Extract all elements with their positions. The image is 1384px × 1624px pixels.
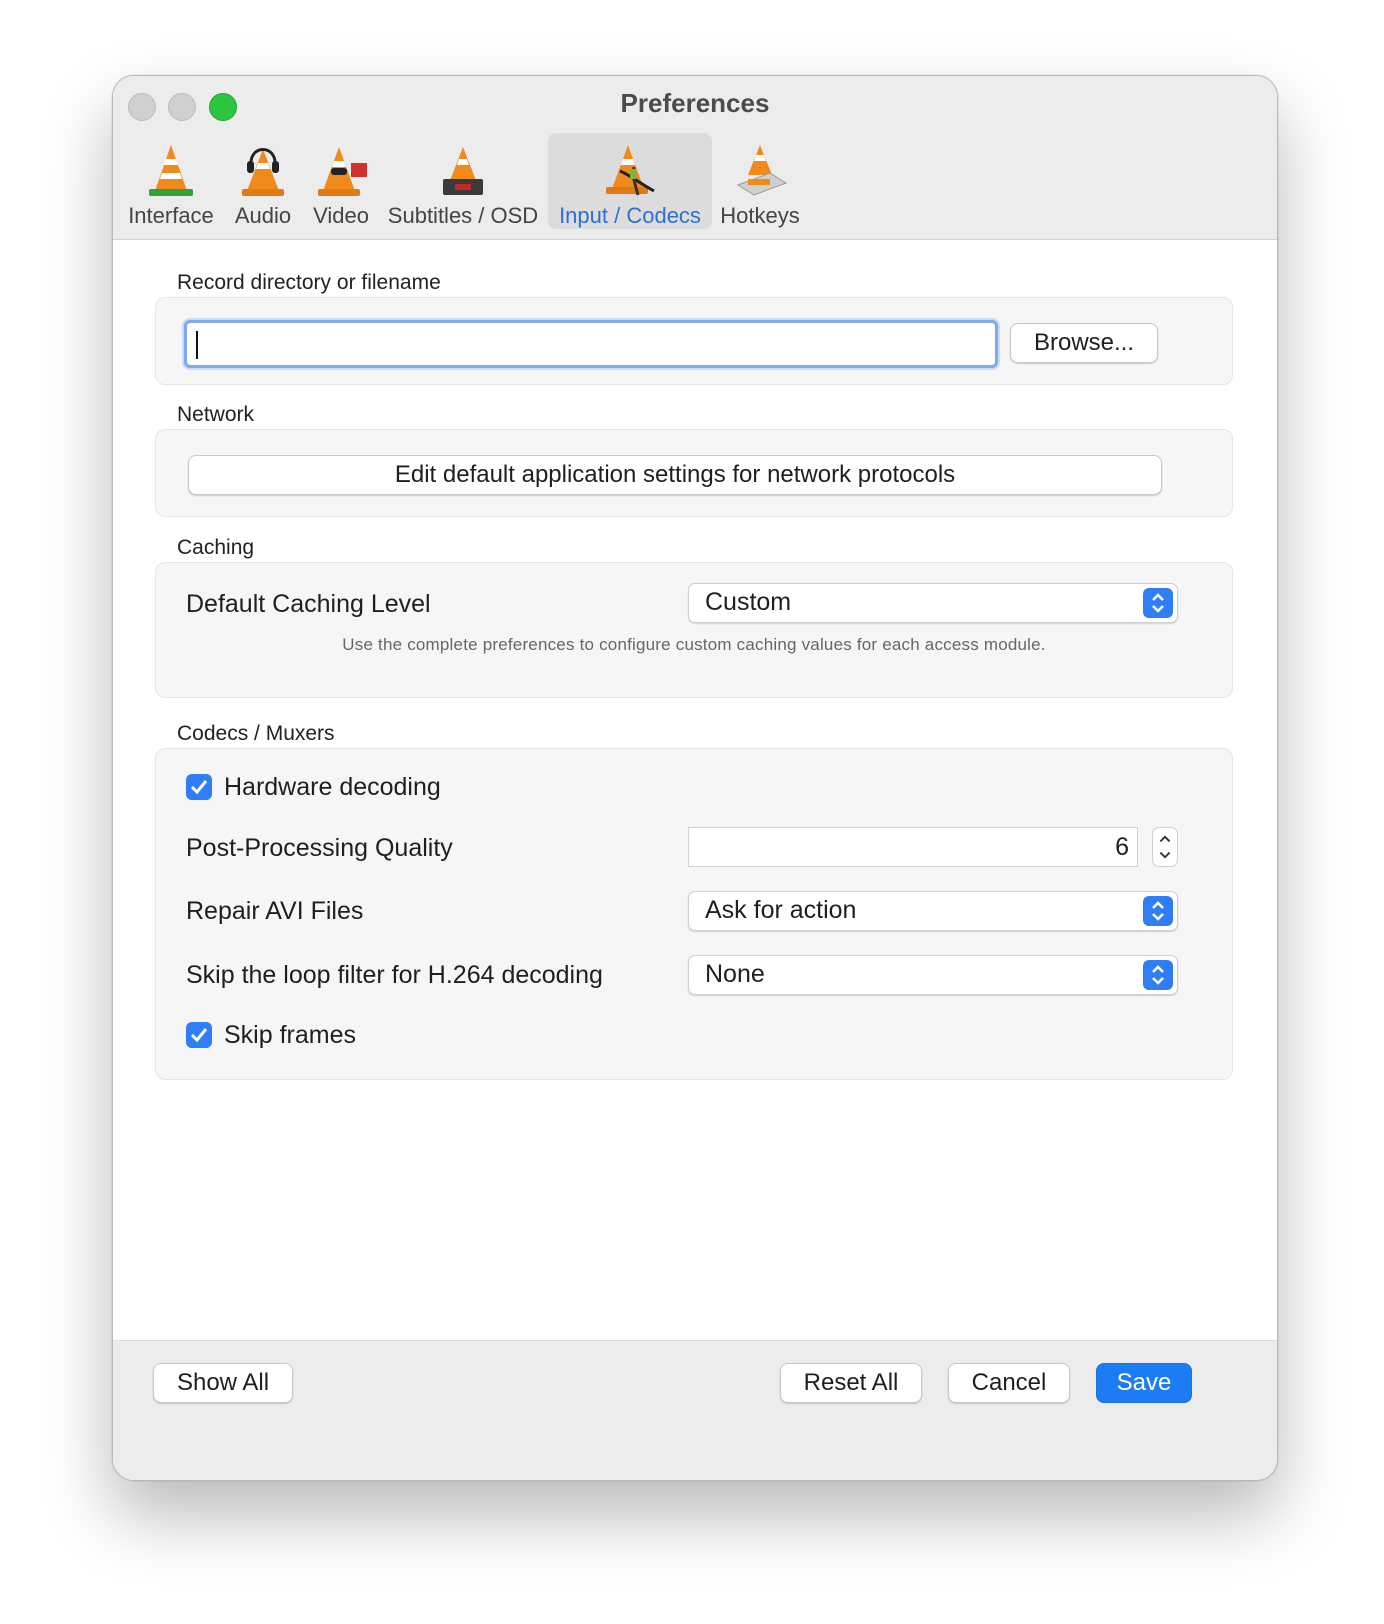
post-processing-label: Post-Processing Quality xyxy=(186,834,453,862)
show-all-button[interactable]: Show All xyxy=(153,1363,293,1403)
vlc-cone-hotkeys-icon xyxy=(736,145,788,196)
tab-label: Interface xyxy=(128,203,214,228)
select-value: None xyxy=(705,960,765,988)
text-caret xyxy=(196,331,198,359)
caching-level-select[interactable]: Custom xyxy=(688,583,1178,623)
record-section-label: Record directory or filename xyxy=(177,271,441,294)
vlc-cone-interface-icon xyxy=(149,145,193,196)
tab-label: Hotkeys xyxy=(720,203,800,228)
cancel-button[interactable]: Cancel xyxy=(948,1363,1070,1403)
vlc-cone-headphones-icon xyxy=(242,148,284,196)
window-title: Preferences xyxy=(620,88,770,118)
tab-video[interactable]: Video xyxy=(303,133,379,229)
up-down-arrows-icon xyxy=(1143,896,1173,926)
hardware-decoding-checkbox[interactable] xyxy=(186,774,212,800)
vlc-cone-video-icon xyxy=(318,147,367,196)
post-processing-stepper[interactable] xyxy=(1152,827,1178,867)
reset-all-button[interactable]: Reset All xyxy=(780,1363,922,1403)
network-group: Edit default application settings for ne… xyxy=(155,429,1233,517)
skip-frames-checkbox[interactable] xyxy=(186,1022,212,1048)
select-value: Custom xyxy=(705,588,792,616)
skip-loop-filter-label: Skip the loop filter for H.264 decoding xyxy=(186,961,603,989)
tab-subtitles-osd[interactable]: Subtitles / OSD xyxy=(381,133,545,229)
vlc-cone-input-icon xyxy=(606,145,655,196)
browse-button[interactable]: Browse... xyxy=(1010,323,1158,363)
tab-input-codecs[interactable]: Input / Codecs xyxy=(548,133,712,229)
caching-level-label: Default Caching Level xyxy=(186,590,431,618)
footer-bar: Show All Reset All Cancel Save xyxy=(113,1340,1277,1480)
select-value: Ask for action xyxy=(705,896,857,924)
record-group: Browse... xyxy=(155,297,1233,385)
tab-audio[interactable]: Audio xyxy=(225,133,301,229)
title-bar: Preferences Interface Audio Video Subtit… xyxy=(113,76,1277,240)
record-path-input[interactable] xyxy=(184,320,998,368)
caching-group: Default Caching Level Custom Use the com… xyxy=(155,562,1233,698)
network-section-label: Network xyxy=(177,403,255,426)
caching-help-text: Use the complete preferences to configur… xyxy=(342,635,1046,654)
up-down-arrows-icon xyxy=(1143,960,1173,990)
edit-network-settings-button[interactable]: Edit default application settings for ne… xyxy=(188,455,1162,495)
vlc-cone-subtitles-icon xyxy=(443,147,483,195)
hardware-decoding-label: Hardware decoding xyxy=(224,773,441,801)
tab-interface[interactable]: Interface xyxy=(119,133,223,229)
codecs-group: Hardware decoding Post-Processing Qualit… xyxy=(155,748,1233,1080)
codecs-section-label: Codecs / Muxers xyxy=(177,722,335,745)
skip-loop-filter-select[interactable]: None xyxy=(688,955,1178,995)
number-value: 6 xyxy=(1115,833,1129,861)
tab-hotkeys[interactable]: Hotkeys xyxy=(714,133,806,229)
tab-label: Subtitles / OSD xyxy=(387,203,539,228)
tab-label: Audio xyxy=(234,203,292,228)
caching-section-label: Caching xyxy=(177,536,255,559)
tab-label: Input / Codecs xyxy=(559,203,701,228)
post-processing-quality-input[interactable]: 6 xyxy=(688,827,1138,867)
up-down-arrows-icon xyxy=(1143,588,1173,618)
save-button[interactable]: Save xyxy=(1096,1363,1192,1403)
preferences-window: Preferences Interface Audio Video Subtit… xyxy=(112,75,1278,1481)
tab-label: Video xyxy=(313,203,369,228)
skip-frames-label: Skip frames xyxy=(224,1021,356,1049)
repair-avi-select[interactable]: Ask for action xyxy=(688,891,1178,931)
repair-avi-label: Repair AVI Files xyxy=(186,897,364,925)
